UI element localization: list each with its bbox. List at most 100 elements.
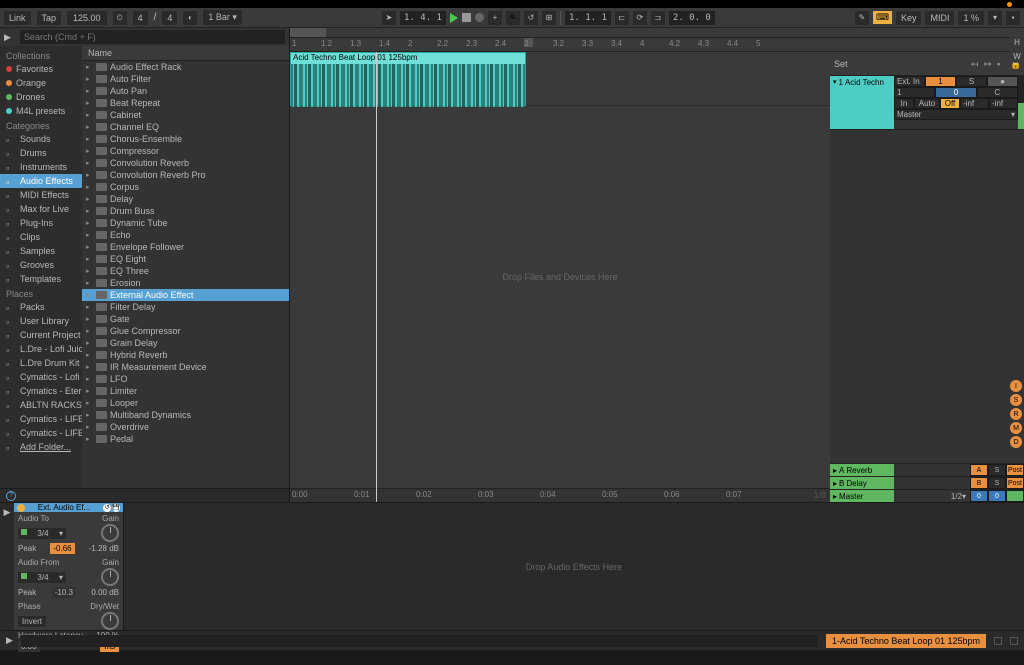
expand-icon[interactable]: ▸ [86, 423, 93, 431]
expand-icon[interactable]: ▸ [86, 159, 93, 167]
expand-icon[interactable]: ▸ [86, 375, 93, 383]
master-fold-icon[interactable]: ▸ [833, 492, 837, 501]
overload-icon[interactable]: ▾ [988, 11, 1002, 25]
browser-list-item[interactable]: ▸Convolution Reverb Pro [82, 169, 289, 181]
collection-item[interactable]: M4L presets [0, 104, 82, 118]
selected-track-context[interactable]: 1-Acid Techno Beat Loop 01 125bpm [826, 634, 986, 648]
browser-list-item[interactable]: ▸Corpus [82, 181, 289, 193]
cue-out[interactable]: 1/2 [951, 492, 962, 501]
automation-arm-icon[interactable]: ✎ [506, 11, 520, 25]
place-item[interactable]: ▫Current Project [0, 328, 82, 342]
draw-mode-icon[interactable]: ✎ [855, 11, 869, 25]
punch-out-icon[interactable]: ⊐ [651, 11, 665, 25]
gain-to-knob[interactable] [101, 524, 119, 542]
browser-list-item[interactable]: ▸LFO [82, 373, 289, 385]
expand-icon[interactable]: ▸ [86, 315, 93, 323]
locator-back-icon[interactable]: ↤ [971, 59, 981, 69]
search-input[interactable] [20, 30, 285, 44]
return-b-activator[interactable]: B [970, 477, 988, 489]
loop-icon[interactable]: ⟳ [633, 11, 647, 25]
show-io-button[interactable]: I [1010, 380, 1022, 392]
browser-list-item[interactable]: ▸Multiband Dynamics [82, 409, 289, 421]
tempo-field[interactable]: 125.00 [67, 11, 107, 25]
browser-list-item[interactable]: ▸Filter Delay [82, 301, 289, 313]
expand-icon[interactable]: ▸ [86, 243, 93, 251]
audio-to-channel[interactable]: 3/4▾ [18, 528, 66, 539]
show-mixer-button[interactable]: M [1010, 422, 1022, 434]
category-item[interactable]: ▫Templates [0, 272, 82, 286]
expand-icon[interactable]: ▸ [86, 147, 93, 155]
return-track-b[interactable]: ▸B Delay B S Post [830, 476, 1024, 489]
expand-icon[interactable]: ▸ [86, 279, 93, 287]
device-save-icon[interactable]: 💾 [112, 504, 120, 512]
track-peak[interactable]: -inf [989, 98, 1018, 109]
track-fold-icon[interactable]: ▾ [833, 78, 837, 86]
return-a-post[interactable]: Post [1006, 464, 1024, 476]
expand-icon[interactable]: ▸ [86, 99, 93, 107]
place-item[interactable]: ▫Cymatics - LIFE Ar [0, 426, 82, 440]
browser-list-item[interactable]: ▸Gate [82, 313, 289, 325]
overview-range[interactable] [290, 28, 326, 37]
track-vol[interactable]: -inf [960, 98, 989, 109]
return-b-post[interactable]: Post [1006, 477, 1024, 489]
session-view-tab[interactable]: W [1010, 50, 1024, 62]
drywet-knob[interactable] [101, 612, 119, 630]
return-a-activator[interactable]: A [970, 464, 988, 476]
collection-item[interactable]: Orange [0, 76, 82, 90]
external-audio-effect-device[interactable]: Ext. Audio Ef... ↺ 💾 Audio To Gain 3/4▾ … [14, 503, 124, 630]
expand-icon[interactable]: ▸ [86, 411, 93, 419]
collection-item[interactable]: Drones [0, 90, 82, 104]
expand-icon[interactable]: ▸ [86, 135, 93, 143]
track-header[interactable]: ▾ 1 Acid Techn Ext. In 1 S ● 1 [830, 76, 1024, 130]
beat-ruler[interactable]: 11.21.31.422.22.32.433.23.33.444.24.34.4… [290, 38, 1024, 52]
metronome-toggle-icon[interactable]: ◐ [183, 11, 197, 25]
category-item[interactable]: ▫Clips [0, 230, 82, 244]
expand-icon[interactable]: ▸ [86, 339, 93, 347]
audio-clip[interactable]: Acid Techno Beat Loop 01 125bpm [290, 52, 526, 106]
category-item[interactable]: ▫Instruments [0, 160, 82, 174]
phase-invert-button[interactable]: Invert [18, 616, 46, 627]
browser-list-item[interactable]: ▸EQ Eight [82, 253, 289, 265]
key-map-button[interactable]: Key [896, 11, 922, 25]
expand-icon[interactable]: ▸ [86, 111, 93, 119]
category-item[interactable]: ▫Audio Effects [0, 174, 82, 188]
browser-list-item[interactable]: ▸Hybrid Reverb [82, 349, 289, 361]
browser-list-item[interactable]: ▸Pedal [82, 433, 289, 445]
browser-list-item[interactable]: ▸Delay [82, 193, 289, 205]
link-button[interactable]: Link [4, 11, 31, 25]
category-item[interactable]: ▫Plug-Ins [0, 216, 82, 230]
place-item[interactable]: ▫Cymatics - Eterni [0, 384, 82, 398]
show-sends-button[interactable]: S [1010, 394, 1022, 406]
monitor-off[interactable]: Off [940, 98, 960, 109]
browser-list-item[interactable]: ▸Audio Effect Rack [82, 61, 289, 73]
category-item[interactable]: ▫Drums [0, 146, 82, 160]
pan-c[interactable]: C [977, 87, 1018, 98]
peak-to-value[interactable]: -0.66 [50, 543, 74, 554]
solo-button[interactable]: S [956, 76, 987, 87]
device-hot-swap-icon[interactable]: ↺ [103, 504, 111, 512]
expand-icon[interactable]: ▸ [86, 387, 93, 395]
browser-list-item[interactable]: ▸Beat Repeat [82, 97, 289, 109]
expand-icon[interactable]: ▸ [86, 75, 93, 83]
play-button[interactable] [450, 13, 458, 23]
expand-icon[interactable]: ▸ [86, 399, 93, 407]
computer-midi-icon[interactable]: ⌨ [873, 11, 892, 24]
expand-icon[interactable]: ▸ [86, 207, 93, 215]
master-track[interactable]: ▸Master 1/2 ▾ 0 0 [830, 489, 1024, 502]
browser-list-item[interactable]: ▸Glue Compressor [82, 325, 289, 337]
return-a-solo[interactable]: S [988, 464, 1006, 476]
midi-map-button[interactable]: MIDI [925, 11, 954, 25]
category-item[interactable]: ▫Sounds [0, 132, 82, 146]
place-item[interactable]: ▫L.Dre - Lofi Juice S [0, 342, 82, 356]
show-delay-button[interactable]: D [1010, 436, 1022, 448]
return-b-solo[interactable]: S [988, 477, 1006, 489]
clip-title[interactable]: Acid Techno Beat Loop 01 125bpm [291, 53, 525, 64]
expand-icon[interactable]: ▸ [86, 195, 93, 203]
expand-icon[interactable]: ▸ [86, 435, 93, 443]
horizontal-scrollbar[interactable] [21, 635, 818, 647]
place-item[interactable]: ▫Cymatics - Lofi To [0, 370, 82, 384]
peak-from-value[interactable]: -10.3 [52, 587, 76, 598]
info-icon[interactable]: ? [6, 491, 16, 501]
browser-list-item[interactable]: ▸Channel EQ [82, 121, 289, 133]
expand-icon[interactable]: ▸ [86, 363, 93, 371]
